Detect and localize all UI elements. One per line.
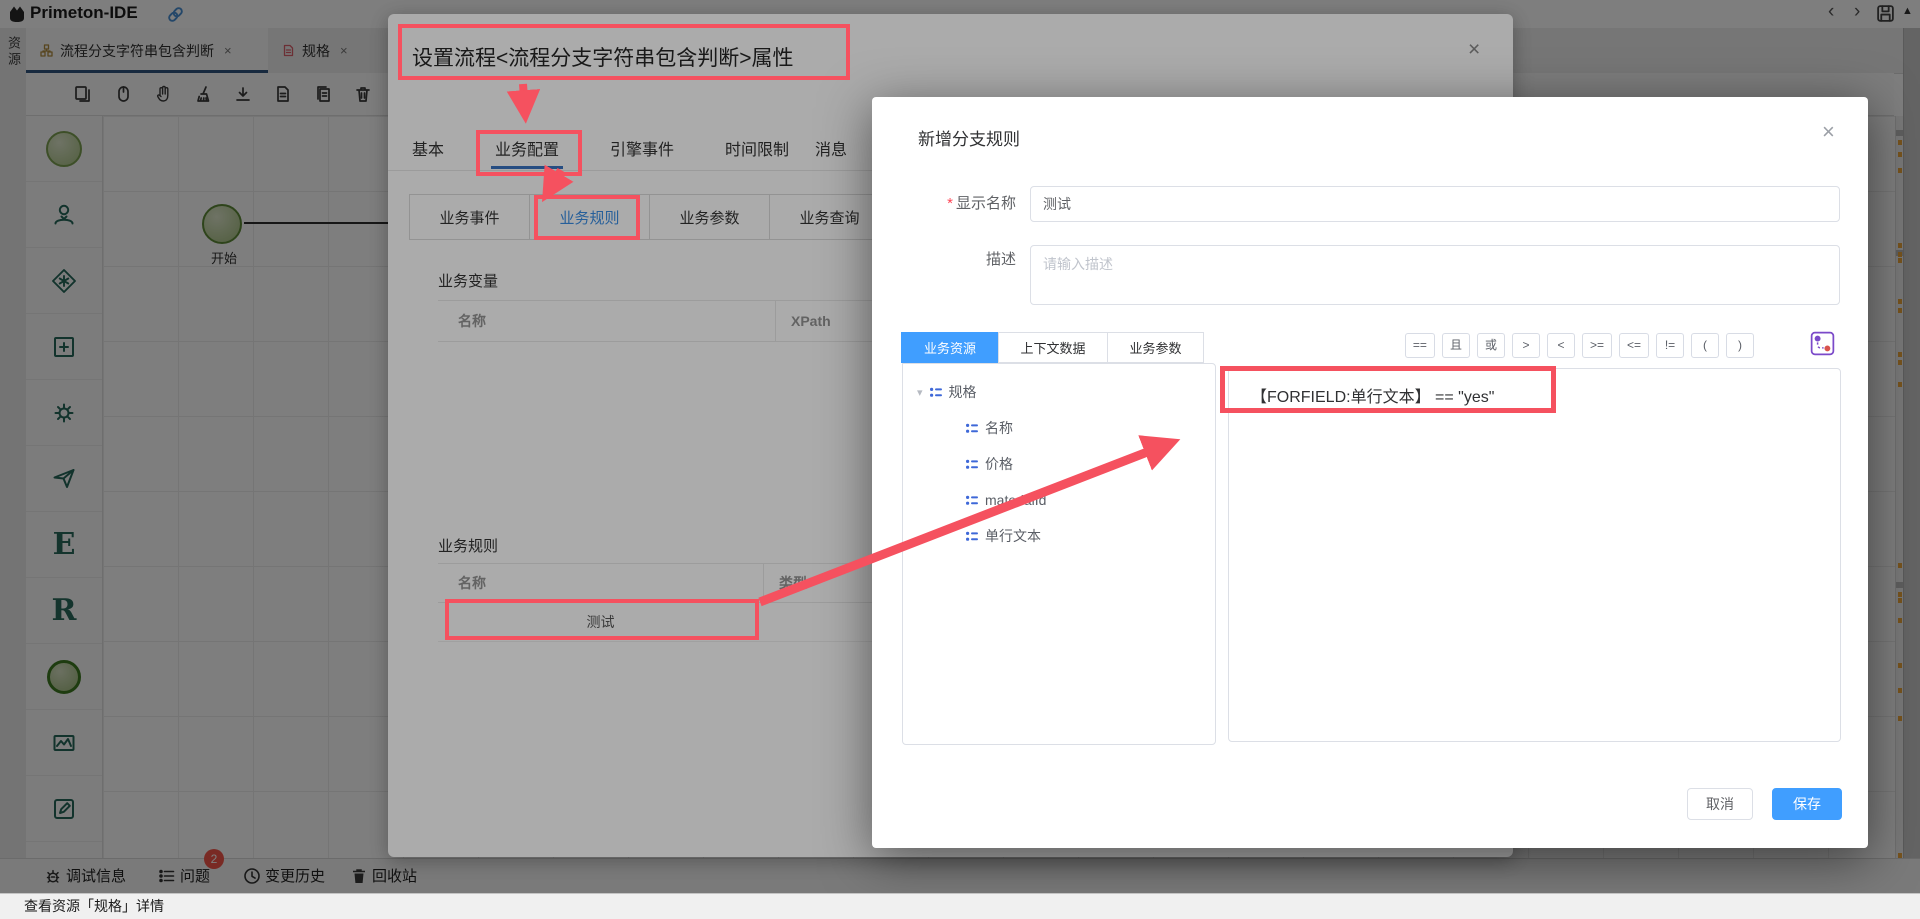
resource-tree-panel: ▾ 规格 名称 价格 materialId 单行文本 xyxy=(902,363,1216,745)
description-input[interactable] xyxy=(1030,245,1840,305)
op-lt-button[interactable]: < xyxy=(1547,333,1575,358)
cancel-button[interactable]: 取消 xyxy=(1687,788,1753,820)
resource-tabs: 业务资源 上下文数据 业务参数 xyxy=(902,332,1204,363)
field-icon xyxy=(965,422,979,435)
required-mark: * xyxy=(947,195,953,212)
op-neq-button[interactable]: != xyxy=(1656,333,1684,358)
op-rparen-button[interactable]: ) xyxy=(1726,333,1754,358)
tree-node-materialid[interactable]: materialId xyxy=(965,486,1046,514)
expression-text: 【FORFIELD:单行文本】 == "yes" xyxy=(1251,383,1494,407)
operator-buttons: == 且 或 > < >= <= != ( ) xyxy=(1228,333,1754,358)
display-name-input[interactable] xyxy=(1030,186,1840,222)
expression-editor[interactable]: 【FORFIELD:单行文本】 == "yes" xyxy=(1228,368,1841,742)
op-or-button[interactable]: 或 xyxy=(1477,333,1505,358)
screen: Primeton-IDE ‹ › ▲ 资源 流程分支字符串包含判断 × xyxy=(0,0,1920,919)
tab-business-params[interactable]: 业务参数 xyxy=(1107,332,1204,363)
close-icon[interactable]: × xyxy=(1822,119,1835,145)
caret-down-icon[interactable]: ▾ xyxy=(917,386,923,399)
op-equals-button[interactable]: == xyxy=(1405,333,1435,358)
tab-business-resource[interactable]: 业务资源 xyxy=(901,332,999,363)
tree-node-name[interactable]: 名称 xyxy=(965,414,1013,442)
dialog-title: 新增分支规则 xyxy=(918,125,1020,150)
op-and-button[interactable]: 且 xyxy=(1442,333,1470,358)
op-lte-button[interactable]: <= xyxy=(1619,333,1649,358)
save-button[interactable]: 保存 xyxy=(1772,788,1842,820)
description-label: 描述 xyxy=(880,248,1016,269)
tree-node-single-line-text[interactable]: 单行文本 xyxy=(965,522,1041,550)
display-name-label: *显示名称 xyxy=(880,192,1016,213)
field-icon xyxy=(965,494,979,507)
tab-context-data[interactable]: 上下文数据 xyxy=(998,332,1108,363)
op-gte-button[interactable]: >= xyxy=(1582,333,1612,358)
browser-status-hint: 查看资源「规格」详情 xyxy=(0,893,1920,919)
op-lparen-button[interactable]: ( xyxy=(1691,333,1719,358)
new-branch-rule-dialog: 新增分支规则 × *显示名称 描述 业务资源 上下文数据 业务参数 ▾ 规格 名… xyxy=(872,97,1868,848)
tree-node-price[interactable]: 价格 xyxy=(965,450,1013,478)
field-icon xyxy=(965,458,979,471)
field-icon xyxy=(965,530,979,543)
dataset-icon xyxy=(929,386,943,399)
relation-icon[interactable] xyxy=(1810,331,1835,356)
tree-node-root[interactable]: ▾ 规格 xyxy=(917,378,977,406)
op-gt-button[interactable]: > xyxy=(1512,333,1540,358)
